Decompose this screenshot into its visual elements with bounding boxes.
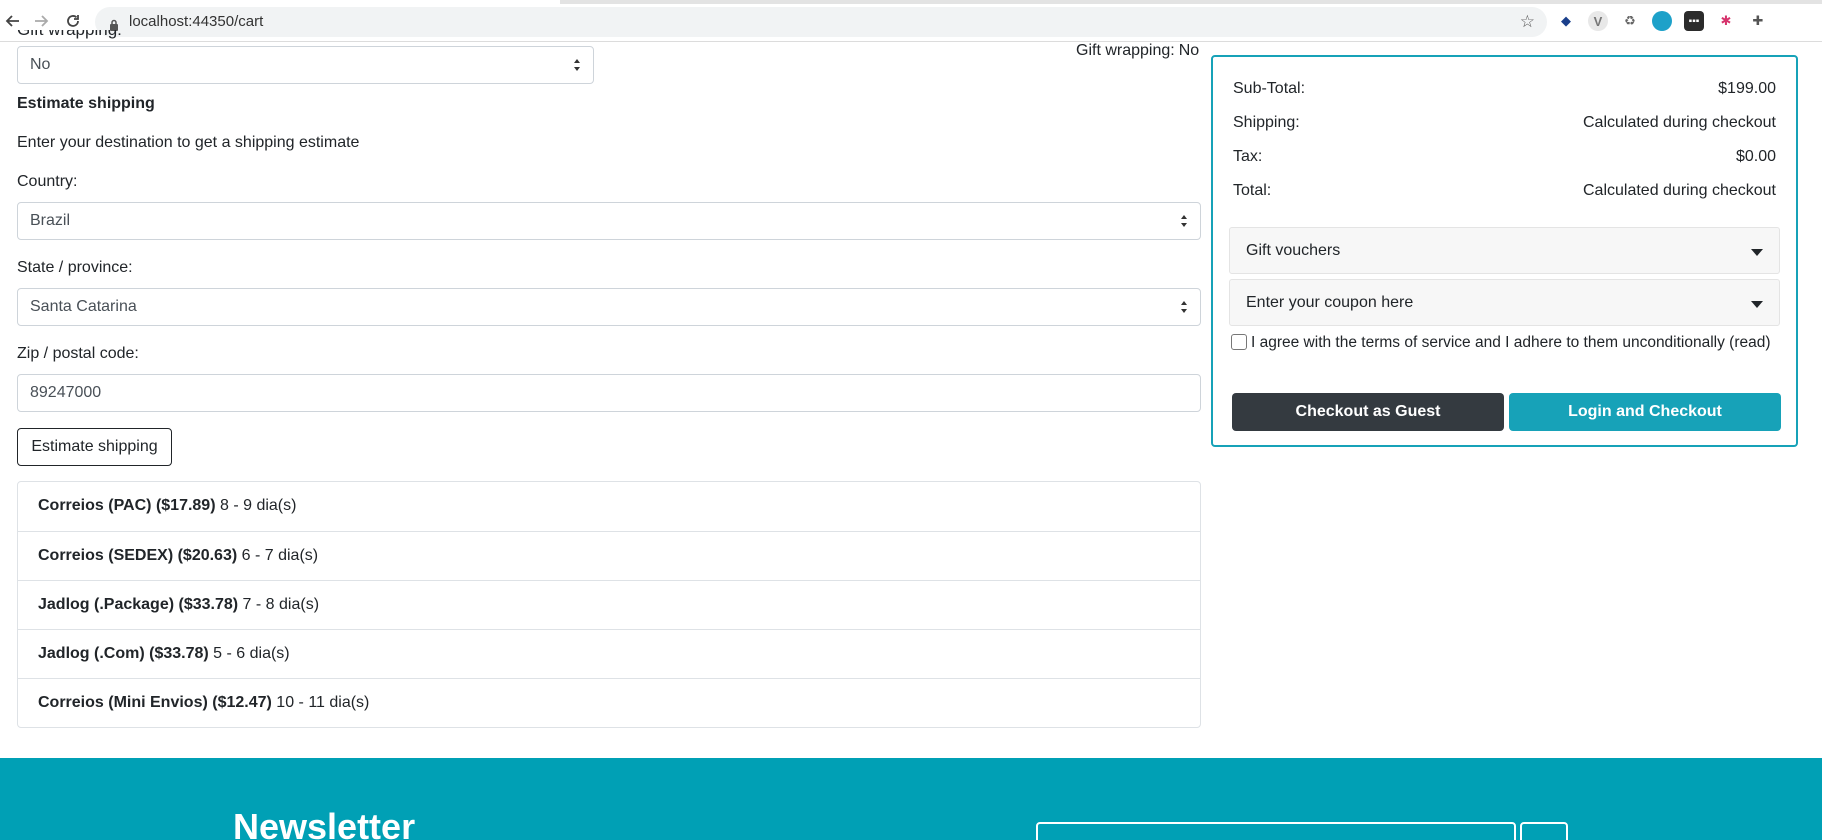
newsletter-email-input[interactable] xyxy=(1036,822,1516,840)
terms-text: I agree with the terms of service and I … xyxy=(1251,334,1771,351)
total-value: Calculated during checkout xyxy=(1582,182,1776,199)
coupon-label: Enter your coupon here xyxy=(1246,294,1414,311)
extensions-puzzle-icon[interactable]: ✚ xyxy=(1748,11,1768,31)
gift-wrapping-summary-value: No xyxy=(1178,42,1200,59)
subtotal-row: Sub-Total: $199.00 xyxy=(1233,80,1776,104)
zip-input-value: 89247000 xyxy=(30,384,102,401)
shipping-option-name: Correios (Mini Envios) ($12.47) xyxy=(38,694,272,711)
shipping-option-eta: 7 - 8 dia(s) xyxy=(242,596,320,613)
zip-input[interactable]: 89247000 xyxy=(17,374,1201,412)
shipping-option[interactable]: Correios (PAC) ($17.89) 8 - 9 dia(s) xyxy=(18,482,1200,531)
shipping-row: Shipping: Calculated during checkout xyxy=(1233,114,1776,138)
select-arrows-icon xyxy=(1181,301,1187,313)
shipping-option-eta: 8 - 9 dia(s) xyxy=(219,497,297,514)
country-select-value: Brazil xyxy=(30,212,71,229)
bookmark-star-icon[interactable]: ☆ xyxy=(1520,12,1535,32)
gift-vouchers-label: Gift vouchers xyxy=(1246,242,1341,259)
shipping-option[interactable]: Jadlog (.Package) ($33.78) 7 - 8 dia(s) xyxy=(18,580,1200,629)
subtotal-label: Sub-Total: xyxy=(1233,80,1306,97)
gift-vouchers-toggle[interactable]: Gift vouchers xyxy=(1229,227,1780,274)
newsletter-title: Newsletter xyxy=(233,806,416,840)
shipping-option-name: Jadlog (.Com) ($33.78) xyxy=(38,645,209,662)
browser-toolbar: localhost:44350/cart ☆ ◆ V ♻ ▪▪▪ ✱ ✚ xyxy=(0,0,1822,42)
gift-wrapping-select-value: No xyxy=(30,56,51,73)
order-totals-panel: Sub-Total: $199.00 Shipping: Calculated … xyxy=(1211,55,1798,447)
tax-row: Tax: $0.00 xyxy=(1233,148,1776,172)
total-label: Total: xyxy=(1233,182,1272,199)
extension-v-icon[interactable]: V xyxy=(1588,11,1608,31)
shipping-option-name: Correios (SEDEX) ($20.63) xyxy=(38,547,238,564)
login-and-checkout-button[interactable]: Login and Checkout xyxy=(1509,393,1781,431)
country-select[interactable]: Brazil xyxy=(17,202,1201,240)
gift-wrapping-select[interactable]: No xyxy=(17,46,594,84)
shipping-option-eta: 10 - 11 dia(s) xyxy=(276,694,370,711)
shipping-option[interactable]: Jadlog (.Com) ($33.78) 5 - 6 dia(s) xyxy=(18,629,1200,678)
tax-value: $0.00 xyxy=(1735,148,1776,165)
caret-down-icon xyxy=(1751,301,1763,308)
shipping-option-eta: 5 - 6 dia(s) xyxy=(213,645,290,662)
extension-slack-icon[interactable]: ✱ xyxy=(1716,11,1736,31)
gift-wrapping-summary: Gift wrapping: No xyxy=(1076,42,1199,60)
select-arrows-icon xyxy=(1181,215,1187,227)
state-select-value: Santa Catarina xyxy=(30,298,137,315)
url-text: localhost:44350/cart xyxy=(129,13,264,30)
extension-globe-icon[interactable] xyxy=(1652,11,1672,31)
estimate-shipping-button[interactable]: Estimate shipping xyxy=(17,428,172,466)
caret-down-icon xyxy=(1751,249,1763,256)
terms-checkbox[interactable] xyxy=(1231,334,1247,350)
select-arrows-icon xyxy=(574,59,580,71)
tax-label: Tax: xyxy=(1233,148,1263,165)
shipping-option-name: Correios (PAC) ($17.89) xyxy=(38,497,216,514)
gift-wrapping-summary-label: Gift wrapping: xyxy=(1076,42,1175,59)
total-row: Total: Calculated during checkout xyxy=(1233,182,1776,206)
shipping-options-list: Correios (PAC) ($17.89) 8 - 9 dia(s) Cor… xyxy=(17,481,1201,728)
state-select[interactable]: Santa Catarina xyxy=(17,288,1201,326)
state-label: State / province: xyxy=(17,259,133,276)
shipping-value: Calculated during checkout xyxy=(1582,114,1776,131)
shipping-option-name: Jadlog (.Package) ($33.78) xyxy=(38,596,239,613)
subtotal-value: $199.00 xyxy=(1718,80,1776,97)
gift-wrapping-cut-label: Gift wrapping: xyxy=(17,30,137,44)
footer-newsletter: Newsletter xyxy=(0,758,1822,840)
newsletter-submit-button[interactable] xyxy=(1520,822,1568,840)
zip-label: Zip / postal code: xyxy=(17,345,139,362)
shipping-option[interactable]: Correios (SEDEX) ($20.63) 6 - 7 dia(s) xyxy=(18,531,1200,580)
tab-strip-remnant xyxy=(560,0,1822,4)
extension-diamond-icon[interactable]: ◆ xyxy=(1556,11,1576,31)
shipping-option[interactable]: Correios (Mini Envios) ($12.47) 10 - 11 … xyxy=(18,678,1200,727)
country-label: Country: xyxy=(17,173,78,190)
shipping-option-eta: 6 - 7 dia(s) xyxy=(241,547,319,564)
shipping-label: Shipping: xyxy=(1233,114,1300,131)
estimate-shipping-intro: Enter your destination to get a shipping… xyxy=(17,134,360,151)
extension-terminal-icon[interactable]: ▪▪▪ xyxy=(1684,11,1704,31)
coupon-toggle[interactable]: Enter your coupon here xyxy=(1229,279,1780,326)
extension-recycle-icon[interactable]: ♻ xyxy=(1620,11,1640,31)
address-bar[interactable]: localhost:44350/cart ☆ xyxy=(95,7,1547,37)
checkout-as-guest-button[interactable]: Checkout as Guest xyxy=(1232,393,1504,431)
estimate-shipping-heading: Estimate shipping xyxy=(17,95,155,112)
